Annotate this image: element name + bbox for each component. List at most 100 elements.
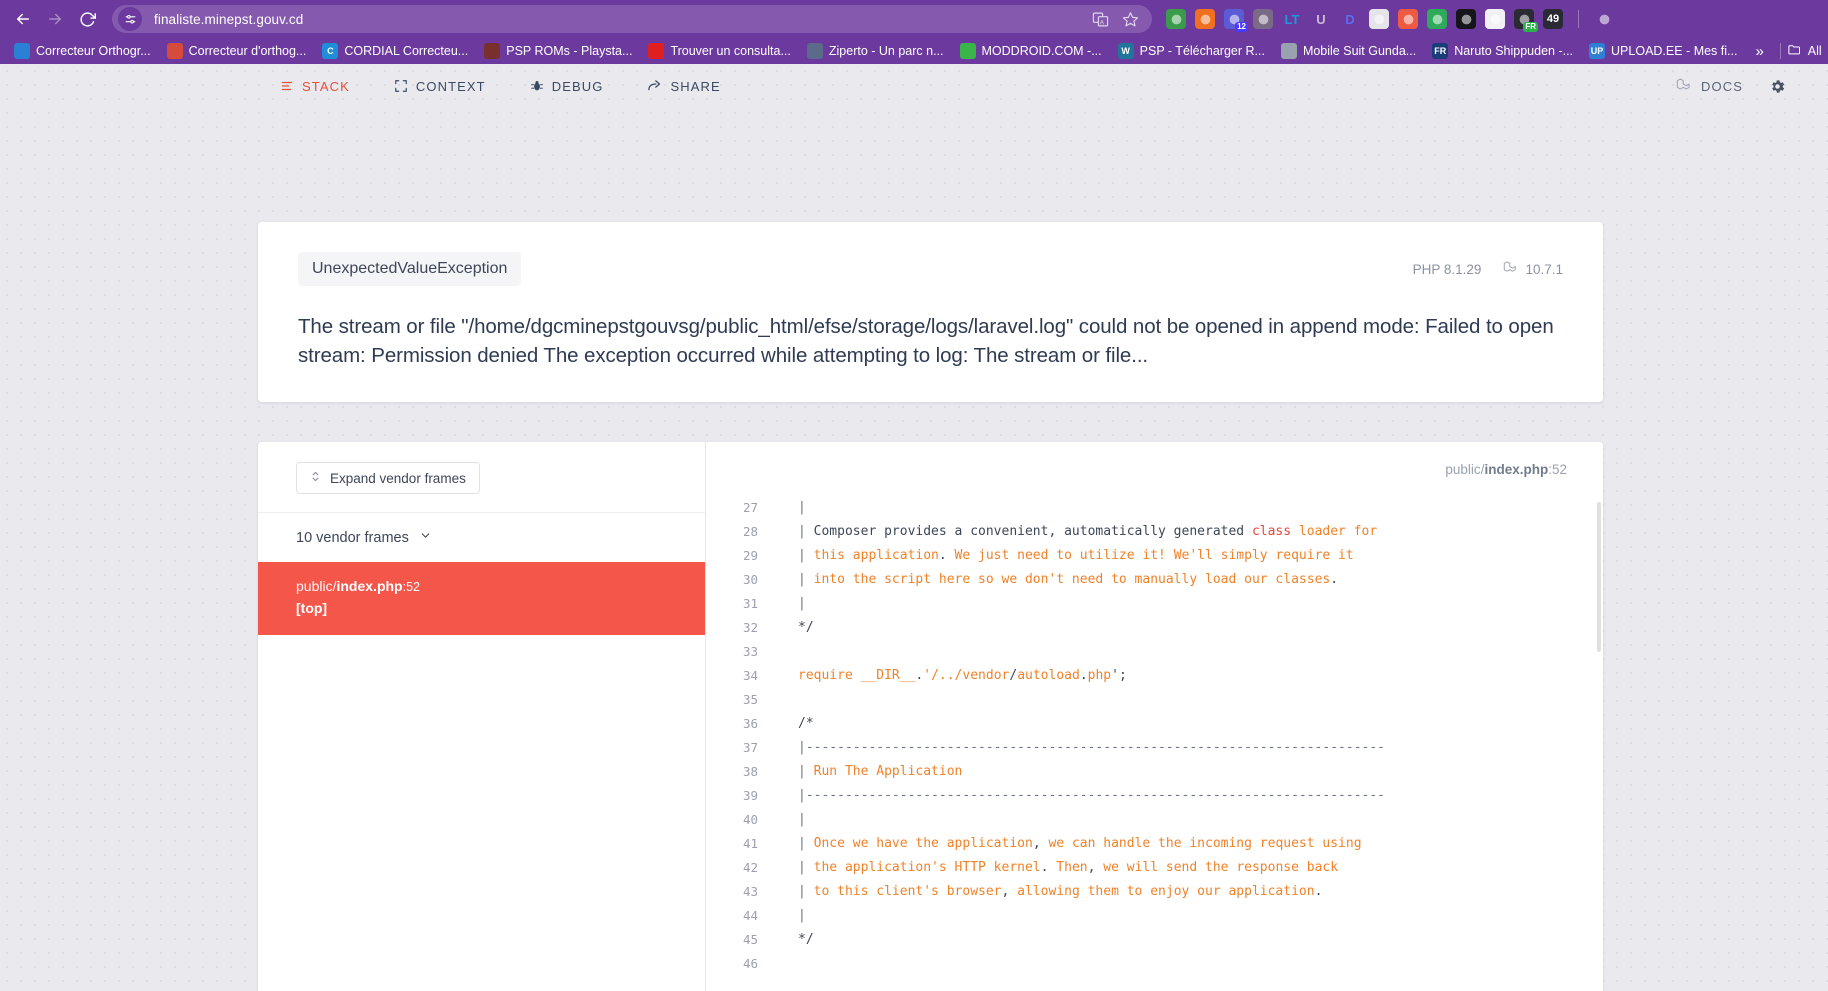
translate-globe-icon[interactable]: FR — [1514, 9, 1538, 32]
bookmark-favicon-icon: W — [1117, 43, 1134, 59]
bookmark-item[interactable]: PSP ROMs - Playsta... — [476, 41, 640, 61]
dashlane-icon[interactable]: D — [1340, 9, 1360, 29]
grammar-u-icon[interactable]: U — [1311, 9, 1331, 29]
ignition-nav-debug[interactable]: DEBUG — [508, 73, 626, 100]
bookmark-favicon-icon — [806, 43, 823, 59]
ignition-nav-context[interactable]: CONTEXT — [372, 73, 508, 100]
ignition-nav-share[interactable]: SHARE — [625, 73, 742, 100]
bookmark-item[interactable]: W PSP - Télécharger R... — [1110, 41, 1273, 61]
bookmark-item[interactable]: Correcteur Orthogr... — [6, 41, 159, 61]
dark-gear-icon[interactable] — [1456, 9, 1476, 29]
languagetool-icon[interactable]: LT — [1282, 9, 1302, 29]
extensions-puzzle-icon[interactable] — [1594, 9, 1614, 29]
code-line-number: 33 — [742, 644, 758, 659]
back-arrow-icon[interactable] — [8, 4, 38, 34]
code-line-number: 42 — [742, 860, 758, 875]
download-manager-icon[interactable]: 12 — [1224, 9, 1248, 32]
code-line-content: | Composer provides a convenient, automa… — [778, 520, 1377, 544]
docs-link[interactable]: DOCS — [1676, 77, 1743, 96]
code-line-content: |---------------------------------------… — [778, 784, 1385, 808]
code-line: 37 |-------------------------------------… — [706, 736, 1603, 760]
bookmark-item[interactable]: C CORDIAL Correcteu... — [314, 41, 476, 61]
code-token: Once we have the application — [813, 836, 1033, 851]
code-line: 46 — [706, 952, 1603, 976]
code-line-content: | Run The Application — [778, 760, 962, 784]
php-version-label: PHP 8.1.29 — [1412, 261, 1482, 277]
all-bookmarks-label: All — [1807, 44, 1822, 58]
stack-frame-selected[interactable]: public/index.php:52 [top] — [258, 562, 705, 635]
code-token: , — [1032, 836, 1041, 851]
code-scrollbar[interactable] — [1597, 502, 1601, 652]
code-line-number: 37 — [742, 740, 758, 755]
code-block[interactable]: 27 | 28 | Composer provides a convenient, a… — [706, 496, 1603, 976]
counter-extension-icon[interactable]: 49 — [1543, 9, 1563, 29]
ghostery-icon[interactable] — [1253, 9, 1273, 29]
code-token: |---------------------------------------… — [798, 788, 1385, 803]
url-text[interactable]: finaliste.minepst.gouv.cd — [154, 12, 303, 27]
bookmark-item[interactable]: MODDROID.COM -... — [952, 41, 1110, 61]
bookmark-label: PSP ROMs - Playsta... — [506, 44, 633, 58]
code-token: '/../ — [923, 668, 963, 683]
bookmark-item[interactable]: Ziperto - Un parc n... — [799, 41, 952, 61]
frame-file: index.php — [336, 578, 403, 594]
expand-vendor-frames-button[interactable]: Expand vendor frames — [296, 462, 480, 494]
code-token: | — [798, 836, 814, 851]
code-line-number: 43 — [742, 884, 758, 899]
bookmark-favicon-icon: C — [322, 43, 339, 59]
code-line-content: */ — [778, 616, 814, 640]
code-token: class — [1251, 524, 1292, 539]
bookmark-item[interactable]: Correcteur d'orthog... — [159, 41, 315, 61]
white-shield-icon[interactable] — [1485, 9, 1505, 29]
ignition-error-page: STACK CONTEXT DEBUG SHARE DOCS UnexpectedVa… — [0, 64, 1828, 991]
code-file-name: index.php — [1484, 461, 1549, 477]
vendor-frames-label: 10 vendor frames — [296, 529, 409, 546]
bookmark-item[interactable]: UP UPLOAD.EE - Mes fi... — [1581, 41, 1745, 61]
code-token: Then — [1048, 860, 1088, 875]
ignition-nav-stack[interactable]: STACK — [258, 73, 372, 100]
adguard-shield-icon[interactable] — [1166, 9, 1186, 29]
code-token: loader for — [1291, 524, 1378, 539]
code-line-number: 31 — [742, 596, 758, 611]
keepass-key-icon[interactable] — [1195, 9, 1215, 29]
code-line-number: 40 — [742, 812, 758, 827]
bookmark-item[interactable]: Mobile Suit Gunda... — [1273, 41, 1424, 61]
code-token: the application's HTTP kernel — [813, 860, 1041, 875]
privacy-badger-icon[interactable] — [1369, 9, 1389, 29]
all-bookmarks-button[interactable]: All — [1787, 42, 1822, 60]
code-token: | — [798, 524, 814, 539]
docs-label: DOCS — [1701, 78, 1743, 94]
code-line-number: 27 — [742, 500, 758, 515]
code-token: . — [1079, 668, 1088, 683]
frames-pane: Expand vendor frames 10 vendor frames pu… — [258, 442, 706, 991]
ignition-nav: STACK CONTEXT DEBUG SHARE — [258, 73, 743, 100]
code-token: | — [798, 596, 806, 611]
code-token: into the script here so we don't need to… — [813, 572, 1331, 587]
green-puzzle-icon[interactable] — [1427, 9, 1447, 29]
exception-card-top: UnexpectedValueException PHP 8.1.29 10.7… — [298, 252, 1563, 286]
toolbar-divider — [1578, 10, 1579, 28]
expand-vendor-frames-label: Expand vendor frames — [330, 470, 466, 486]
vendor-frames-toggle[interactable]: 10 vendor frames — [258, 513, 705, 562]
search-lens-icon[interactable] — [1398, 9, 1418, 29]
omnibox-actions: A — [1090, 9, 1148, 29]
code-token: | — [798, 764, 814, 779]
bookmark-label: PSP - Télécharger R... — [1139, 44, 1265, 58]
bookmark-star-icon[interactable] — [1120, 9, 1140, 29]
page-settings-icon[interactable] — [118, 7, 142, 31]
address-bar[interactable]: finaliste.minepst.gouv.cd A — [112, 5, 1152, 33]
code-line: 32 */ — [706, 616, 1603, 640]
browser-toolbar: finaliste.minepst.gouv.cd A 12 LT U D FR 49 — [0, 0, 1828, 38]
forward-arrow-icon[interactable] — [40, 4, 70, 34]
code-line-number: 32 — [742, 620, 758, 635]
bookmarks-overflow-button[interactable]: » — [1745, 43, 1773, 60]
code-token: */ — [798, 620, 814, 635]
bookmark-favicon-icon — [1280, 43, 1297, 59]
code-token: vendor — [962, 668, 1010, 683]
bookmark-item[interactable]: Trouver un consulta... — [640, 41, 798, 61]
bookmark-item[interactable]: FR Naruto Shippuden -... — [1424, 41, 1581, 61]
exception-meta: PHP 8.1.29 10.7.1 — [1413, 260, 1563, 278]
gear-icon[interactable] — [1769, 78, 1786, 95]
translate-icon[interactable]: A — [1090, 9, 1110, 29]
code-line-number: 28 — [742, 524, 758, 539]
reload-icon[interactable] — [72, 4, 102, 34]
